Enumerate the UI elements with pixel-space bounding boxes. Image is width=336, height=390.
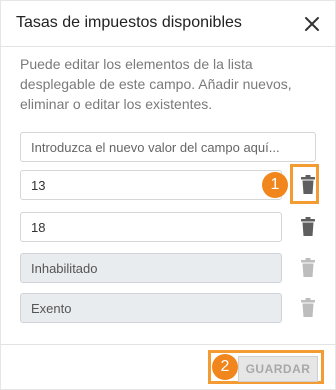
- dialog-description: Puede editar los elementos de la lista d…: [20, 56, 292, 112]
- value-field-13[interactable]: [20, 170, 282, 200]
- trash-icon: [301, 298, 315, 317]
- value-field-18[interactable]: [20, 212, 282, 242]
- annotation-badge-2: 2: [212, 354, 238, 380]
- annotation-badge-1: 1: [262, 172, 288, 198]
- dialog-header: Tasas de impuestos disponibles: [0, 0, 336, 47]
- trash-icon[interactable]: [300, 217, 316, 237]
- new-value-input[interactable]: [20, 132, 316, 162]
- trash-icon: [301, 258, 315, 277]
- annotation-highlight-1: [290, 164, 319, 204]
- save-button[interactable]: GUARDAR: [238, 356, 318, 382]
- close-icon[interactable]: [300, 12, 324, 36]
- footer-divider: [0, 344, 336, 345]
- value-field-inhabilitado: [20, 253, 282, 283]
- value-field-exento: [20, 293, 282, 323]
- dialog-title: Tasas de impuestos disponibles: [16, 14, 242, 31]
